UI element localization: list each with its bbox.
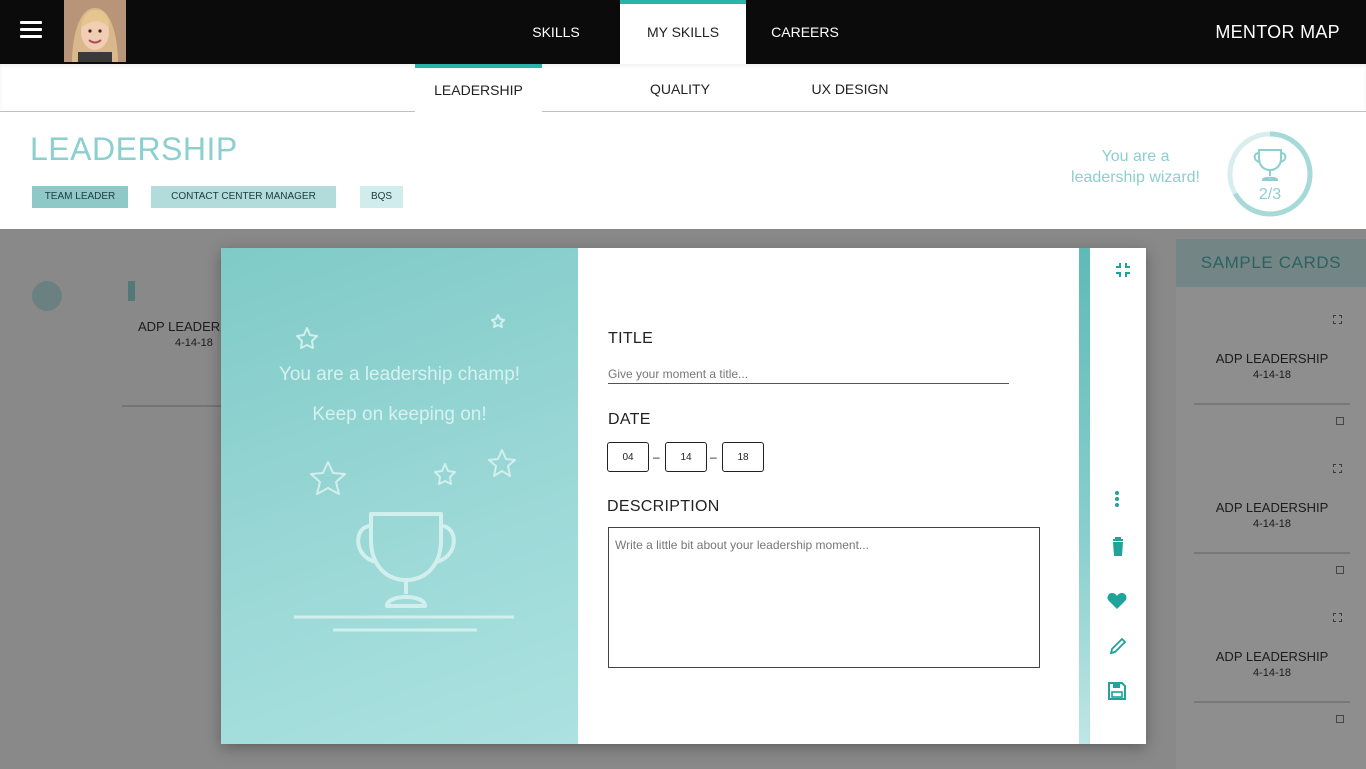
date-label: DATE <box>608 411 651 428</box>
celebration-panel: You are a leadership champ! Keep on keep… <box>221 248 578 744</box>
date-separator: – <box>653 450 660 464</box>
save-icon[interactable] <box>1105 679 1129 703</box>
hamburger-menu-icon[interactable] <box>20 21 42 41</box>
progress-ring <box>1227 131 1313 217</box>
chip-team-leader[interactable]: TEAM LEADER <box>32 186 128 208</box>
date-month-input[interactable] <box>607 442 649 472</box>
nav-skills[interactable]: SKILLS <box>520 0 592 64</box>
tab-quality[interactable]: QUALITY <box>640 64 720 112</box>
trophy-illustration <box>294 314 516 632</box>
moment-editor-modal: You are a leadership champ! Keep on keep… <box>221 248 1146 744</box>
trash-icon[interactable] <box>1106 535 1130 559</box>
accent-strip <box>1079 248 1090 744</box>
more-vert-icon[interactable] <box>1105 488 1129 512</box>
avatar[interactable] <box>64 0 126 62</box>
wizard-message: You are a leadership wizard! <box>1071 146 1200 188</box>
tab-leadership[interactable]: LEADERSHIP <box>415 64 542 120</box>
wizard-line-2: leadership wizard! <box>1071 169 1200 186</box>
title-input[interactable] <box>608 364 1009 384</box>
skill-subtabs: LEADERSHIP QUALITY UX DESIGN <box>0 64 1366 120</box>
star-icon <box>310 461 346 495</box>
star-icon <box>434 463 456 485</box>
star-icon <box>491 314 505 328</box>
star-icon <box>296 327 318 349</box>
nav-my-skills[interactable]: MY SKILLS <box>620 0 746 68</box>
description-textarea[interactable] <box>608 527 1040 668</box>
description-label: DESCRIPTION <box>607 498 720 515</box>
skill-header: LEADERSHIP TEAM LEADER CONTACT CENTER MA… <box>0 113 1366 229</box>
progress-count: 2/3 <box>1258 186 1282 203</box>
nav-careers[interactable]: CAREERS <box>760 0 850 64</box>
collapse-icon[interactable] <box>1113 260 1133 280</box>
chip-contact-center-manager[interactable]: CONTACT CENTER MANAGER <box>151 186 336 208</box>
top-nav-bar: SKILLS MY SKILLS CAREERS MENTOR MAP <box>0 0 1366 68</box>
date-separator: – <box>710 450 717 464</box>
heart-icon[interactable] <box>1105 589 1129 613</box>
trophy-icon <box>1253 149 1287 181</box>
trophy-icon <box>369 512 443 582</box>
title-label: TITLE <box>608 330 654 347</box>
star-icon <box>488 449 516 477</box>
wizard-line-1: You are a <box>1101 148 1170 165</box>
champ-message: You are a leadership champ! <box>278 364 521 385</box>
date-day-input[interactable] <box>665 442 707 472</box>
chip-bqs[interactable]: BQS <box>360 186 403 208</box>
date-year-input[interactable] <box>722 442 764 472</box>
champ-submessage: Keep on keeping on! <box>312 404 487 425</box>
tab-ux-design[interactable]: UX DESIGN <box>800 64 900 112</box>
page-title: LEADERSHIP <box>30 131 238 167</box>
pencil-icon[interactable] <box>1106 634 1130 658</box>
brand-title[interactable]: MENTOR MAP <box>1215 0 1340 64</box>
